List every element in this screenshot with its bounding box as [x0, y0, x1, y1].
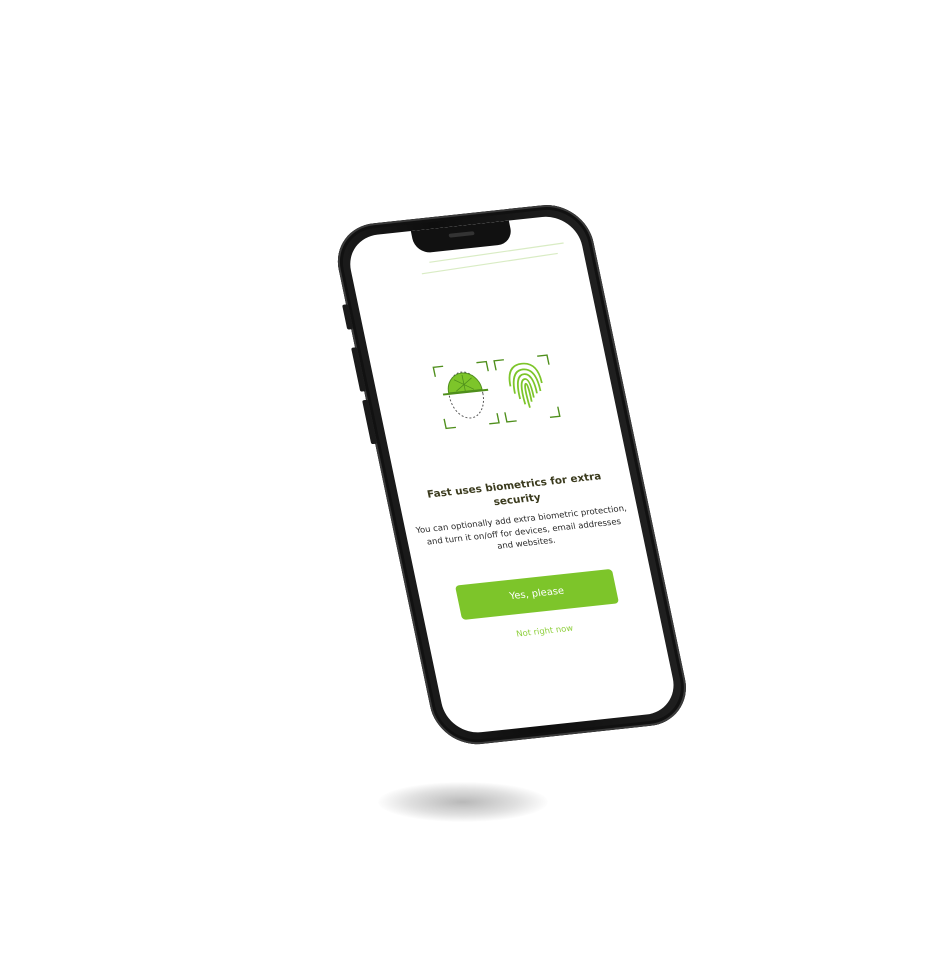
phone-screen: Fast uses biometrics for extra security … — [344, 213, 680, 736]
face-scan-icon — [432, 360, 500, 430]
phone-shadow — [378, 782, 548, 822]
phone-device: Fast uses biometrics for extra security … — [330, 200, 694, 749]
biometric-illustration — [432, 354, 561, 430]
speaker-grille — [448, 231, 475, 238]
fingerprint-icon — [493, 354, 561, 423]
not-right-now-link[interactable]: Not right now — [465, 619, 624, 645]
mockup-stage: Fast uses biometrics for extra security … — [0, 0, 926, 961]
yes-please-button[interactable]: Yes, please — [455, 568, 619, 621]
